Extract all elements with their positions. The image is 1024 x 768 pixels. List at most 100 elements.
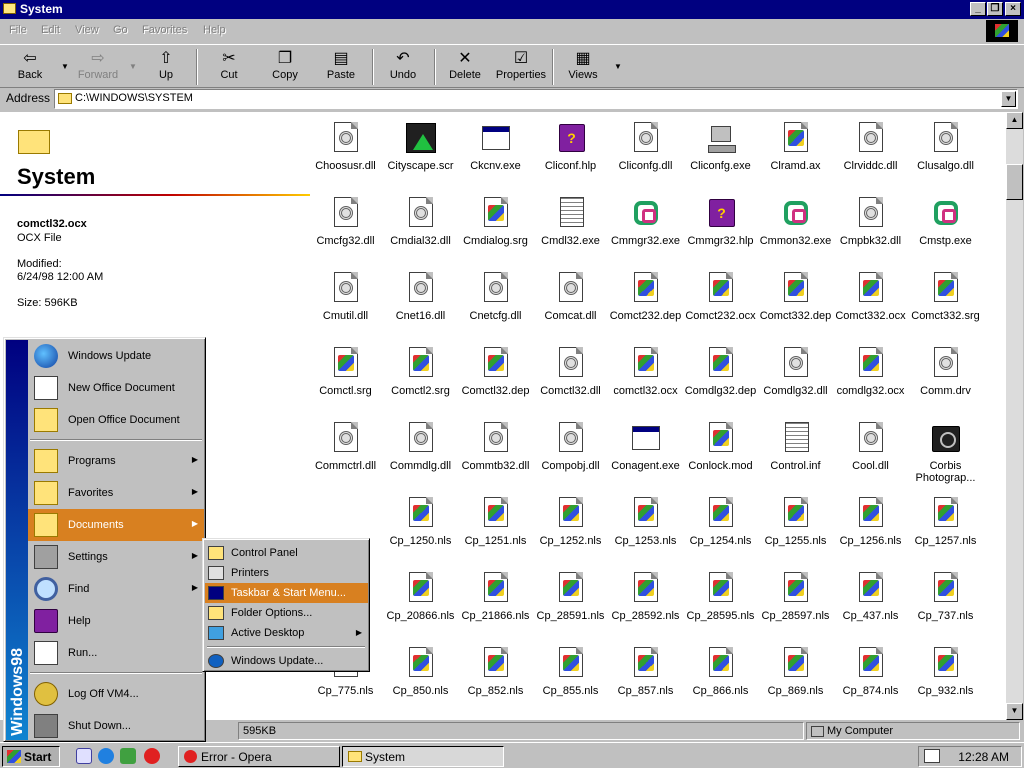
- file-item[interactable]: Clramd.ax: [758, 122, 833, 172]
- file-item[interactable]: Cp_1256.nls: [833, 497, 908, 547]
- menu-edit[interactable]: Edit: [41, 24, 60, 36]
- menu-go[interactable]: Go: [113, 24, 128, 36]
- submenu-folder-options[interactable]: Folder Options...: [205, 603, 368, 623]
- file-item[interactable]: Clusalgo.dll: [908, 122, 983, 172]
- start-item-help[interactable]: Help: [28, 605, 204, 637]
- opera-icon[interactable]: [144, 748, 160, 764]
- delete-button[interactable]: ✕ Delete: [437, 47, 493, 87]
- copy-button[interactable]: ❐ Copy: [257, 47, 313, 87]
- minimize-button[interactable]: _: [970, 2, 986, 16]
- back-dropdown-icon[interactable]: ▼: [61, 62, 69, 71]
- undo-button[interactable]: ↶ Undo: [375, 47, 431, 87]
- file-item[interactable]: Cp_437.nls: [833, 572, 908, 622]
- file-item[interactable]: Cp_28592.nls: [608, 572, 683, 622]
- menu-favorites[interactable]: Favorites: [142, 24, 187, 36]
- cut-button[interactable]: ✂ Cut: [201, 47, 257, 87]
- forward-dropdown-icon[interactable]: ▼: [129, 62, 137, 71]
- file-item[interactable]: Cp_1253.nls: [608, 497, 683, 547]
- file-item[interactable]: Comctl2.srg: [383, 347, 458, 397]
- start-item-new-office-document[interactable]: New Office Document: [28, 372, 204, 404]
- file-item[interactable]: Comct232.dep: [608, 272, 683, 322]
- tray-scheduler-icon[interactable]: [924, 749, 940, 763]
- address-value[interactable]: C:\WINDOWS\SYSTEM: [75, 92, 193, 104]
- scroll-thumb[interactable]: [1006, 164, 1023, 200]
- submenu-printers[interactable]: Printers: [205, 563, 368, 583]
- maximize-button[interactable]: ❐: [987, 2, 1003, 16]
- file-item[interactable]: Cmcfg32.dll: [308, 197, 383, 247]
- scroll-down-button[interactable]: ▼: [1006, 703, 1023, 720]
- file-item[interactable]: Cmmon32.exe: [758, 197, 833, 247]
- file-item[interactable]: Cmpbk32.dll: [833, 197, 908, 247]
- file-item[interactable]: Cp_1251.nls: [458, 497, 533, 547]
- internet-explorer-icon[interactable]: [98, 748, 114, 764]
- task-system[interactable]: System: [342, 746, 504, 767]
- file-item[interactable]: Cmdialog.srg: [458, 197, 533, 247]
- menu-view[interactable]: View: [75, 24, 99, 36]
- file-item[interactable]: Cmstp.exe: [908, 197, 983, 247]
- submenu-windows-update[interactable]: Windows Update...: [205, 651, 368, 671]
- file-item[interactable]: Comct232.ocx: [683, 272, 758, 322]
- file-item[interactable]: Cp_850.nls: [383, 647, 458, 697]
- file-item[interactable]: Cp_21866.nls: [458, 572, 533, 622]
- file-item[interactable]: comdlg32.ocx: [833, 347, 908, 397]
- file-item[interactable]: Cnet16.dll: [383, 272, 458, 322]
- file-item[interactable]: comctl32.ocx: [608, 347, 683, 397]
- file-item[interactable]: Compobj.dll: [533, 422, 608, 472]
- start-item-programs[interactable]: Programs ▶: [28, 445, 204, 477]
- file-item[interactable]: Comdlg32.dll: [758, 347, 833, 397]
- file-item[interactable]: Conagent.exe: [608, 422, 683, 472]
- file-item[interactable]: Cp_874.nls: [833, 647, 908, 697]
- file-item[interactable]: Cp_28595.nls: [683, 572, 758, 622]
- file-item[interactable]: Cmdl32.exe: [533, 197, 608, 247]
- start-item-run[interactable]: Run...: [28, 637, 204, 669]
- start-item-log-off[interactable]: Log Off VM4...: [28, 678, 204, 710]
- back-button[interactable]: ⇦ Back: [2, 47, 58, 87]
- clock[interactable]: 12:28 AM: [958, 750, 1009, 764]
- file-item[interactable]: Comdlg32.dep: [683, 347, 758, 397]
- file-item[interactable]: Cmmgr32.exe: [608, 197, 683, 247]
- file-item[interactable]: Cp_857.nls: [608, 647, 683, 697]
- task-error-opera[interactable]: Error - Opera: [178, 746, 340, 767]
- start-button[interactable]: Start: [2, 746, 60, 767]
- file-item[interactable]: ? Cliconf.hlp: [533, 122, 608, 172]
- file-item[interactable]: Comct332.dep: [758, 272, 833, 322]
- show-desktop-icon[interactable]: [76, 748, 92, 764]
- file-item[interactable]: Cmutil.dll: [308, 272, 383, 322]
- address-dropdown-button[interactable]: ▼: [1001, 91, 1016, 107]
- submenu-active-desktop[interactable]: Active Desktop ▶: [205, 623, 368, 643]
- file-item[interactable]: Commtb32.dll: [458, 422, 533, 472]
- file-item[interactable]: Cp_852.nls: [458, 647, 533, 697]
- views-button[interactable]: ▦ Views: [555, 47, 611, 87]
- file-item[interactable]: Clrviddc.dll: [833, 122, 908, 172]
- submenu-taskbar-start-menu[interactable]: Taskbar & Start Menu...: [205, 583, 368, 603]
- file-item[interactable]: Cp_932.nls: [908, 647, 983, 697]
- file-item[interactable]: Commctrl.dll: [308, 422, 383, 472]
- file-item[interactable]: Comctl.srg: [308, 347, 383, 397]
- start-item-favorites[interactable]: Favorites ▶: [28, 477, 204, 509]
- start-item-windows-update[interactable]: Windows Update: [28, 340, 204, 372]
- file-item[interactable]: Cmdial32.dll: [383, 197, 458, 247]
- file-item[interactable]: Conlock.mod: [683, 422, 758, 472]
- menu-file[interactable]: File: [9, 24, 27, 36]
- menu-help[interactable]: Help: [203, 24, 226, 36]
- file-item[interactable]: Cp_869.nls: [758, 647, 833, 697]
- up-button[interactable]: ⇧ Up: [138, 47, 194, 87]
- submenu-control-panel[interactable]: Control Panel: [205, 543, 368, 563]
- file-item[interactable]: Comct332.srg: [908, 272, 983, 322]
- close-button[interactable]: ×: [1005, 2, 1021, 16]
- file-item[interactable]: Cp_1252.nls: [533, 497, 608, 547]
- file-item[interactable]: Cp_28597.nls: [758, 572, 833, 622]
- file-item[interactable]: Cp_1254.nls: [683, 497, 758, 547]
- file-item[interactable]: Comm.drv: [908, 347, 983, 397]
- scroll-up-button[interactable]: ▲: [1006, 112, 1023, 129]
- file-item[interactable]: Cp_1250.nls: [383, 497, 458, 547]
- file-item[interactable]: Comctl32.dep: [458, 347, 533, 397]
- file-item[interactable]: Corbis Photograp...: [908, 422, 983, 484]
- title-bar[interactable]: System _ ❐ ×: [0, 0, 1024, 19]
- start-item-documents[interactable]: Documents ▶: [28, 509, 204, 541]
- file-item[interactable]: Comctl32.dll: [533, 347, 608, 397]
- file-item[interactable]: Cp_20866.nls: [383, 572, 458, 622]
- file-item[interactable]: Cliconfg.exe: [683, 122, 758, 172]
- file-item[interactable]: Comct332.ocx: [833, 272, 908, 322]
- file-item[interactable]: Cp_1255.nls: [758, 497, 833, 547]
